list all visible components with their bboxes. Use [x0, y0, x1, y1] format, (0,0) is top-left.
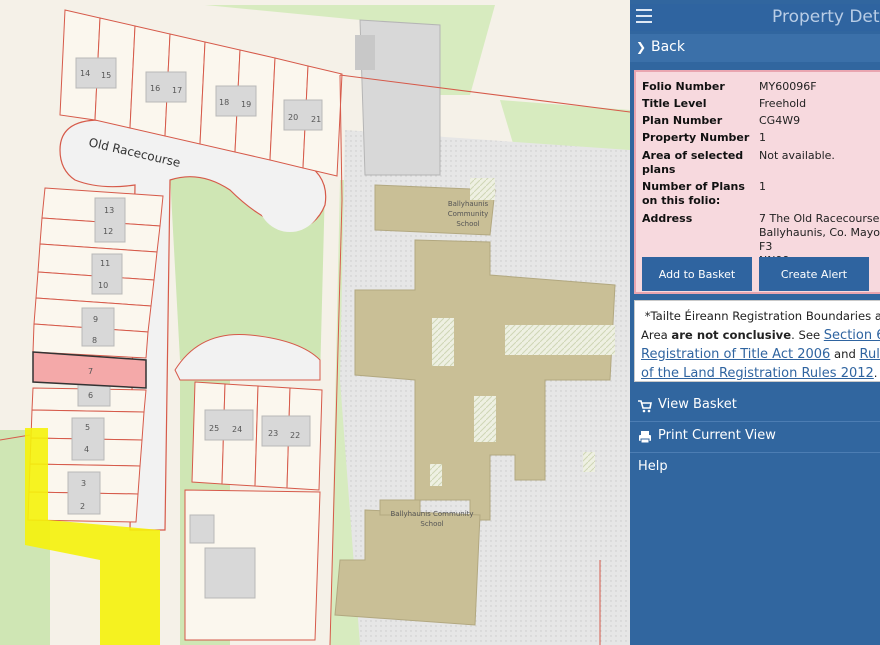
plot-number-17: 17: [172, 86, 182, 95]
plot-number-7: 7: [88, 367, 93, 376]
plot-number-10: 10: [98, 281, 108, 290]
print-current-view-label: Print Current View: [658, 428, 776, 443]
svg-text:Ballyhaunis Community: Ballyhaunis Community: [390, 510, 473, 518]
plot-number-4: 4: [84, 445, 89, 454]
plot-number-19: 19: [241, 100, 251, 109]
disclaimer-and: and: [830, 347, 860, 361]
registration-of-title-act-link[interactable]: Registration of Title Act 2006: [641, 347, 830, 362]
plot-number-15: 15: [101, 71, 111, 80]
create-alert-button[interactable]: Create Alert: [759, 257, 869, 291]
printer-icon: [639, 431, 651, 444]
property-details-panel: Property Deta ❯ Back Folio Number MY6009…: [630, 0, 880, 645]
disclaimer-end: .: [873, 366, 878, 380]
panel-title: Property Deta: [772, 7, 880, 27]
svg-text:School: School: [420, 520, 443, 528]
property-details-card: Folio Number MY60096F Title Level Freeho…: [634, 70, 880, 294]
property-number-value: 1: [759, 131, 766, 144]
view-basket-label: View Basket: [658, 397, 737, 412]
section-62-link[interactable]: Section 62(2) o: [824, 328, 880, 343]
title-level-value: Freehold: [759, 97, 807, 110]
plan-number-label: Plan Number: [642, 114, 723, 127]
svg-text:Ballyhaunis: Ballyhaunis: [448, 200, 489, 208]
plot-number-20: 20: [288, 113, 298, 122]
disclaimer-text: Area: [641, 328, 672, 342]
area-label: Area of selected plans: [642, 149, 744, 176]
plot-number-25: 25: [209, 424, 219, 433]
back-label: Back: [651, 39, 685, 55]
plot-number-2: 2: [80, 502, 85, 511]
plot-number-23: 23: [268, 429, 278, 438]
plot-number-14: 14: [80, 69, 90, 78]
address-label: Address: [642, 212, 693, 225]
help-label: Help: [638, 459, 668, 474]
plan-number-value: CG4W9: [759, 114, 801, 127]
plot-number-22: 22: [290, 431, 300, 440]
property-number-label: Property Number: [642, 131, 750, 144]
plot-number-11: 11: [100, 259, 110, 268]
add-to-basket-button[interactable]: Add to Basket: [642, 257, 752, 291]
disclaimer-note: *Tailte Éireann Registration Boundaries …: [634, 300, 880, 382]
area-value: Not available.: [759, 149, 835, 162]
plot-number-3: 3: [81, 479, 86, 488]
shopping-cart-icon: [638, 400, 652, 413]
svg-text:School: School: [456, 220, 479, 228]
number-of-plans-value: 1: [759, 180, 766, 193]
rule-8-link[interactable]: Rule 8(: [860, 347, 880, 362]
map-view[interactable]: 14 15 16 17 18 19 20 21 13 12 11 10 9 8 …: [0, 0, 630, 645]
number-of-plans-label: Number of Plans on this folio:: [642, 180, 745, 207]
plot-number-24: 24: [232, 425, 242, 434]
folio-number-value: MY60096F: [759, 80, 817, 93]
title-level-label: Title Level: [642, 97, 707, 110]
plot-number-5: 5: [85, 423, 90, 432]
plot-number-21: 21: [311, 115, 321, 124]
print-current-view-button[interactable]: Print Current View: [630, 422, 880, 453]
plot-number-12: 12: [103, 227, 113, 236]
svg-text:Community: Community: [448, 210, 489, 218]
plot-number-16: 16: [150, 84, 160, 93]
disclaimer-see: . See: [791, 328, 824, 342]
disclaimer-line1: *Tailte Éireann Registration Boundaries …: [644, 309, 880, 323]
panel-header: Property Deta: [630, 4, 880, 31]
view-basket-button[interactable]: View Basket: [630, 391, 880, 422]
plot-number-9: 9: [93, 315, 98, 324]
disclaimer-emphasis: are not conclusive: [671, 328, 792, 342]
back-button[interactable]: ❯ Back: [630, 34, 880, 62]
folio-number-label: Folio Number: [642, 80, 725, 93]
help-button[interactable]: Help: [630, 453, 880, 483]
plot-number-18: 18: [219, 98, 229, 107]
land-registration-rules-link[interactable]: of the Land Registration Rules 2012: [641, 366, 874, 381]
plot-number-8: 8: [92, 336, 97, 345]
hamburger-menu-icon[interactable]: [636, 9, 652, 24]
chevron-right-icon: ❯: [636, 40, 647, 54]
plot-number-6: 6: [88, 391, 93, 400]
plot-number-13: 13: [104, 206, 114, 215]
